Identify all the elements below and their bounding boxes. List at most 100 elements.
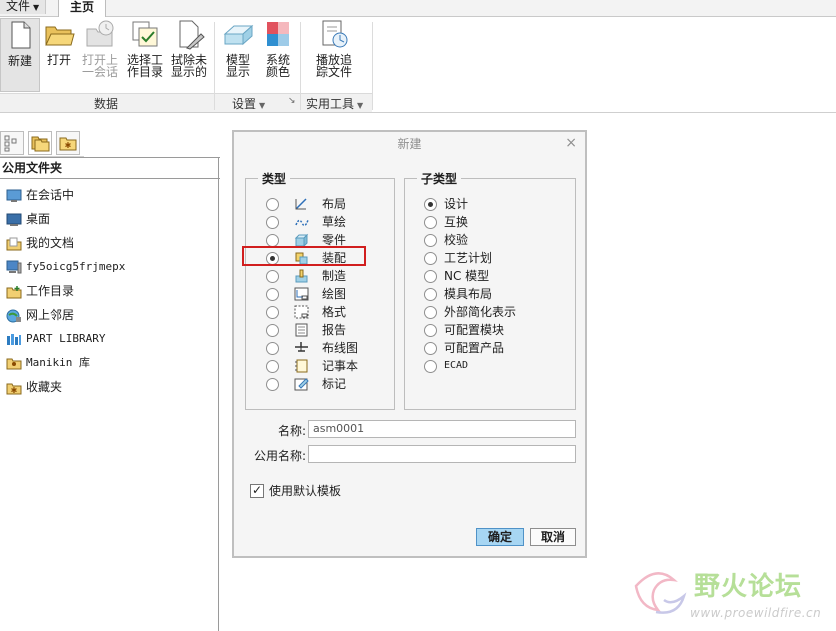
- dialog-launcher-icon[interactable]: ↘: [288, 96, 296, 106]
- type-label: 草绘: [322, 215, 347, 229]
- type-radio[interactable]: [266, 324, 279, 337]
- ribbon-separator: [300, 22, 301, 110]
- type-radio[interactable]: [266, 270, 279, 283]
- type-option-report[interactable]: 报告: [266, 321, 386, 339]
- group-data-label: 数据: [94, 97, 119, 111]
- system-colors-icon: [262, 18, 294, 50]
- open-button[interactable]: 打开: [40, 18, 78, 90]
- play-trail-file-button[interactable]: 播放追 踪文件: [312, 18, 356, 90]
- type-radio[interactable]: [266, 306, 279, 319]
- model-display-button[interactable]: 模型 显示: [220, 18, 256, 90]
- chevron-down-icon: ▼: [33, 3, 40, 12]
- type-option-markup[interactable]: 标记: [266, 375, 386, 393]
- type-option-format[interactable]: 格式: [266, 303, 386, 321]
- folder-manikin-library[interactable]: Manikin 库: [6, 353, 90, 373]
- favorites-icon: ✱: [6, 381, 22, 395]
- select-working-dir-label: 选择工 作目录: [126, 53, 163, 79]
- type-option-notebook[interactable]: 记事本: [266, 357, 386, 375]
- folder-favorites[interactable]: ✱ 收藏夹: [6, 377, 62, 397]
- subtype-label: 设计: [444, 197, 469, 211]
- new-button-label: 新建: [7, 54, 32, 68]
- play-trail-file-icon: [318, 18, 350, 50]
- subtype-radio[interactable]: [424, 324, 437, 337]
- type-option-sketch[interactable]: 草绘: [266, 213, 386, 231]
- subtype-option-nc-model[interactable]: NC 模型: [424, 267, 564, 285]
- subtype-radio[interactable]: [424, 252, 437, 265]
- folder-in-session[interactable]: 在会话中: [6, 185, 74, 205]
- subtype-radio-selected[interactable]: [424, 198, 437, 211]
- watermark-url: www.proewildfire.cn: [690, 606, 822, 620]
- group-settings-label[interactable]: 设置 ▼: [232, 95, 265, 112]
- name-input[interactable]: asm0001: [308, 420, 576, 438]
- subtype-radio[interactable]: [424, 342, 437, 355]
- subtype-option-configurable-product[interactable]: 可配置产品: [424, 339, 564, 357]
- subtype-label: 互换: [444, 215, 469, 229]
- in-session-icon: [6, 189, 22, 203]
- star-folder-icon: ✱: [59, 137, 77, 151]
- new-dialog: 新建 × 类型 子类型 布局 草绘 零件 装配 制造 绘图 格式 报告 布线图 …: [232, 130, 587, 558]
- type-option-diagram[interactable]: 布线图: [266, 339, 386, 357]
- type-option-layout[interactable]: 布局: [266, 195, 386, 213]
- subtype-option-mold-layout[interactable]: 模具布局: [424, 285, 564, 303]
- folder-icon: [31, 136, 50, 152]
- folder-working-directory[interactable]: 工作目录: [6, 281, 74, 301]
- use-default-template-checkbox[interactable]: ✓: [250, 484, 264, 498]
- open-folder-icon: [43, 18, 75, 50]
- folder-part-library[interactable]: PART LIBRARY: [6, 329, 105, 349]
- folder-browser-tab[interactable]: [28, 131, 52, 155]
- close-icon[interactable]: ×: [565, 135, 577, 151]
- panel-divider: [218, 157, 219, 631]
- erase-not-displayed-button[interactable]: 拭除未 显示的: [168, 18, 210, 90]
- file-menu[interactable]: 文件 ▼: [0, 0, 47, 14]
- subtype-legend: 子类型: [421, 172, 458, 186]
- subtype-radio[interactable]: [424, 360, 437, 373]
- subtype-option-verify[interactable]: 校验: [424, 231, 564, 249]
- subtype-radio[interactable]: [424, 234, 437, 247]
- type-radio[interactable]: [266, 342, 279, 355]
- subtype-label: 工艺计划: [444, 251, 493, 265]
- subtype-radio[interactable]: [424, 288, 437, 301]
- subtype-option-interchange[interactable]: 互换: [424, 213, 564, 231]
- watermark-text: 野火论坛: [694, 572, 803, 602]
- model-tree-tab[interactable]: [0, 131, 24, 155]
- tab-home[interactable]: 主页: [58, 0, 106, 18]
- computer-icon: [6, 260, 22, 274]
- type-radio[interactable]: [266, 360, 279, 373]
- open-last-session-button[interactable]: 打开上 一会话: [80, 18, 120, 90]
- common-name-label: 公用名称:: [253, 449, 306, 463]
- favorites-tab[interactable]: ✱: [56, 131, 80, 155]
- common-name-input[interactable]: [308, 445, 576, 463]
- type-option-manufacturing[interactable]: 制造: [266, 267, 386, 285]
- folder-computer[interactable]: fy5oicg5frjmepx: [6, 257, 125, 277]
- list-item-label: fy5oicg5frjmepx: [26, 260, 126, 273]
- type-radio[interactable]: [266, 378, 279, 391]
- chevron-down-icon: ▼: [259, 101, 266, 110]
- subtype-radio[interactable]: [424, 216, 437, 229]
- subtype-radio[interactable]: [424, 270, 437, 283]
- report-icon: [295, 323, 308, 337]
- folder-my-documents[interactable]: 我的文档: [6, 233, 74, 253]
- play-trail-file-label: 播放追 踪文件: [315, 53, 352, 79]
- type-radio[interactable]: [266, 198, 279, 211]
- subtype-option-configurable-module[interactable]: 可配置模块: [424, 321, 564, 339]
- name-label: 名称:: [277, 424, 306, 438]
- ok-button[interactable]: 确定: [476, 528, 524, 546]
- system-colors-button[interactable]: 系统 颜色: [260, 18, 296, 90]
- markup-icon: [294, 378, 309, 391]
- subtype-option-process-plan[interactable]: 工艺计划: [424, 249, 564, 267]
- folder-desktop[interactable]: 桌面: [6, 209, 50, 229]
- folder-network[interactable]: 网上邻居: [6, 305, 74, 325]
- cancel-button[interactable]: 取消: [530, 528, 576, 546]
- type-label: 格式: [322, 305, 347, 319]
- type-radio[interactable]: [266, 216, 279, 229]
- type-radio[interactable]: [266, 288, 279, 301]
- new-button[interactable]: 新建: [0, 18, 40, 92]
- subtype-radio[interactable]: [424, 306, 437, 319]
- subtype-option-design[interactable]: 设计: [424, 195, 564, 213]
- select-working-dir-button[interactable]: 选择工 作目录: [124, 18, 166, 90]
- subtype-option-external-simplified-rep[interactable]: 外部简化表示: [424, 303, 564, 321]
- group-utilities-label[interactable]: 实用工具 ▼: [306, 95, 363, 112]
- type-option-drawing[interactable]: 绘图: [266, 285, 386, 303]
- watermark-logo-icon: [634, 572, 687, 614]
- subtype-option-ecad[interactable]: ECAD: [424, 357, 564, 375]
